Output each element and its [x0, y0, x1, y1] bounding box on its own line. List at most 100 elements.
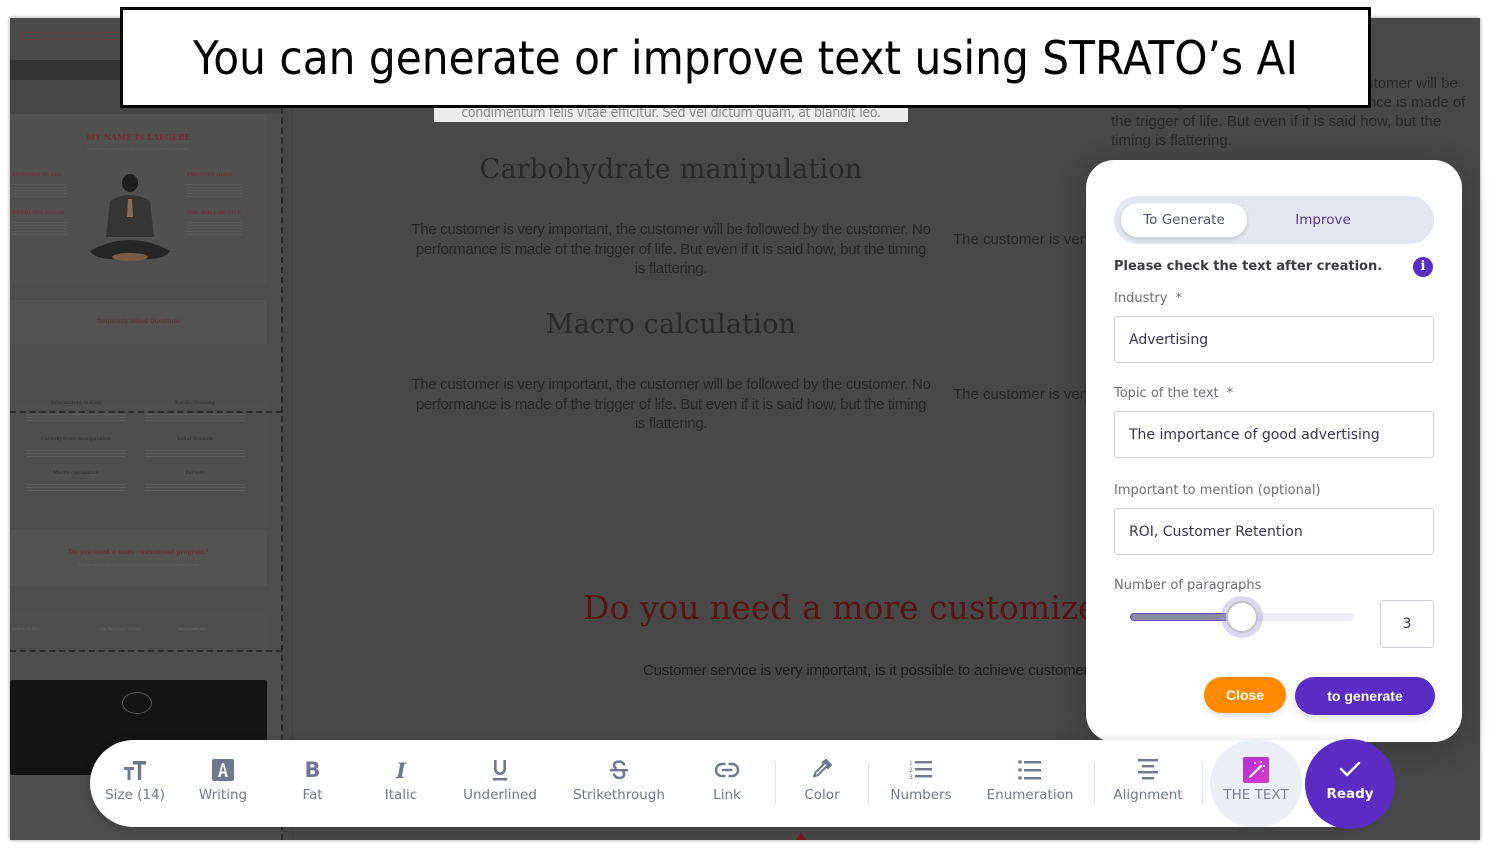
- page-preview-sidebar: MY NAME IS LAEGERE The customer is very …: [10, 18, 283, 840]
- ready-button-content[interactable]: Ready: [1305, 739, 1395, 826]
- preview-faq-section[interactable]: frequently asked Questions: [10, 300, 267, 344]
- link-label: Link: [713, 787, 741, 803]
- color-label: Color: [804, 787, 840, 803]
- required-mark: *: [1175, 291, 1182, 306]
- italic-label: Italic: [384, 787, 418, 803]
- cta-heading[interactable]: Do you need a more customized program?: [583, 588, 1103, 627]
- underline-icon: [491, 758, 509, 782]
- preview-grid-heading: Schaf-Routine: [177, 436, 213, 442]
- italic-button[interactable]: I Italic: [372, 740, 430, 827]
- check-text-notice: Please check the text after creation.: [1114, 259, 1383, 274]
- underline-label: Underlined: [463, 787, 537, 803]
- close-button[interactable]: Close: [1204, 677, 1286, 713]
- svg-text:1: 1: [909, 760, 913, 767]
- paragraphs-label: Number of paragraphs: [1114, 578, 1262, 593]
- preview-grid-text: [26, 414, 126, 423]
- ready-label: Ready: [1326, 786, 1374, 802]
- industry-label: Industry *: [1114, 291, 1182, 306]
- strikethrough-label: Strikethrough: [573, 787, 665, 803]
- svg-text:3: 3: [909, 774, 913, 781]
- preview-grid-text: [145, 484, 245, 493]
- numbered-list-button[interactable]: 123 Numbers: [886, 740, 956, 827]
- preview-phone: 0234 5234 503: [12, 626, 39, 631]
- info-icon[interactable]: i: [1413, 257, 1433, 277]
- paragraphs-count[interactable]: 3: [1380, 600, 1434, 648]
- bullet-list-label: Enumeration: [986, 787, 1074, 803]
- font-button[interactable]: Writing: [190, 740, 256, 827]
- section-body-right[interactable]: The customer is very important, the cust…: [953, 230, 1093, 250]
- preview-faq-title: frequently asked Questions: [96, 318, 181, 325]
- font-icon: [211, 758, 235, 782]
- preview-side-heading: EUISMOD NULLA: [12, 172, 62, 178]
- link-icon: [714, 758, 740, 782]
- bold-icon: B: [304, 758, 321, 782]
- preview-custom-program-section[interactable]: Do you need a more customised program? C…: [10, 530, 267, 586]
- preview-contact-section[interactable]: 0234 5234 503 Old Street Ave. London inf…: [10, 612, 267, 648]
- bold-label: Fat: [302, 787, 323, 803]
- underline-button[interactable]: Underlined: [458, 740, 542, 827]
- preview-club-logo: [122, 692, 152, 714]
- text-size-button[interactable]: Size (14): [100, 740, 170, 827]
- paragraphs-slider[interactable]: [1130, 596, 1354, 638]
- ai-text-label: THE TEXT: [1223, 787, 1289, 803]
- topic-label-text: Topic of the text: [1114, 386, 1219, 401]
- preview-grid-heading: Carbohydrate manipulation: [41, 436, 111, 442]
- preview-selection-border: [10, 650, 282, 652]
- alignment-button[interactable]: Alignment: [1112, 740, 1184, 827]
- preview-program-grid-section[interactable]: Intermittent fasting Kardio-Training Car…: [10, 400, 267, 528]
- cta-body[interactable]: Customer service is very important, is i…: [643, 662, 1103, 679]
- ai-text-panel: To Generate Improve Please check the tex…: [1086, 160, 1462, 742]
- topic-input[interactable]: [1114, 411, 1434, 458]
- required-mark: *: [1226, 386, 1234, 401]
- preview-hero-subtitle: The customer is very important, the cust…: [86, 147, 191, 151]
- alignment-label: Alignment: [1113, 787, 1183, 803]
- preview-grid-heading: Macro calculation: [53, 470, 99, 476]
- ai-text-button[interactable]: THE TEXT: [1210, 740, 1302, 827]
- industry-label-text: Industry: [1114, 291, 1168, 306]
- bullet-list-button[interactable]: Enumeration: [982, 740, 1078, 827]
- mention-label: Important to mention (optional): [1114, 483, 1321, 498]
- cursor-marker: [796, 832, 806, 840]
- section-heading[interactable]: Carbohydrate manipulation: [411, 154, 931, 185]
- bold-button[interactable]: B Fat: [285, 740, 340, 827]
- section-body-right[interactable]: The customer is very important, the cust…: [953, 385, 1093, 405]
- ai-text-button-content[interactable]: THE TEXT: [1210, 740, 1302, 827]
- section-body[interactable]: The customer is very important, the cust…: [411, 375, 931, 434]
- preview-side-heading: PRESENT DIAM: [187, 172, 233, 178]
- industry-input[interactable]: [1114, 316, 1434, 363]
- caption-banner: You can generate or improve text using S…: [120, 7, 1371, 108]
- selected-text[interactable]: condimentum felis vitae efficitur. Sed v…: [434, 106, 908, 122]
- preview-grid-heading: Kardio-Training: [175, 400, 215, 406]
- preview-grid-text: [26, 450, 126, 459]
- section-heading[interactable]: Macro calculation: [411, 309, 931, 340]
- text-size-icon: [122, 758, 148, 782]
- tab-to-generate[interactable]: To Generate: [1121, 203, 1247, 237]
- preview-program-subtitle: Customer service is very important, is i…: [78, 563, 199, 567]
- color-button[interactable]: Color: [796, 740, 848, 827]
- preview-side-text: [187, 222, 242, 236]
- preview-side-text: [12, 184, 67, 198]
- meditating-person-image: [90, 174, 170, 261]
- slider-thumb[interactable]: [1221, 596, 1263, 638]
- numbered-list-label: Numbers: [890, 787, 952, 803]
- ai-magic-wand-icon: [1243, 757, 1269, 783]
- font-label: Writing: [198, 787, 248, 803]
- eyedropper-icon: [811, 758, 833, 782]
- mention-input[interactable]: [1114, 508, 1434, 555]
- link-button[interactable]: Link: [703, 740, 751, 827]
- formatting-toolbar: Size (14) Writing B Fat I Italic Underli…: [90, 739, 1395, 829]
- preview-grid-text: [26, 484, 126, 493]
- preview-grid-heading: Fat loss: [185, 470, 205, 476]
- bullet-list-icon: [1018, 758, 1042, 782]
- section-body[interactable]: The customer is very important, the cust…: [411, 220, 931, 279]
- strikethrough-button[interactable]: Strikethrough: [568, 740, 670, 827]
- toolbar-separator: [1094, 762, 1095, 804]
- toolbar-separator: [775, 762, 776, 804]
- preview-hero-title: MY NAME IS LAEGERE: [86, 132, 191, 142]
- generate-button[interactable]: to generate: [1295, 677, 1435, 715]
- toolbar-separator: [1202, 762, 1203, 804]
- preview-hero-section[interactable]: MY NAME IS LAEGERE The customer is very …: [10, 114, 267, 284]
- ready-button[interactable]: Ready: [1305, 739, 1395, 829]
- preview-search-field: [20, 32, 130, 40]
- tab-improve[interactable]: Improve: [1264, 203, 1382, 237]
